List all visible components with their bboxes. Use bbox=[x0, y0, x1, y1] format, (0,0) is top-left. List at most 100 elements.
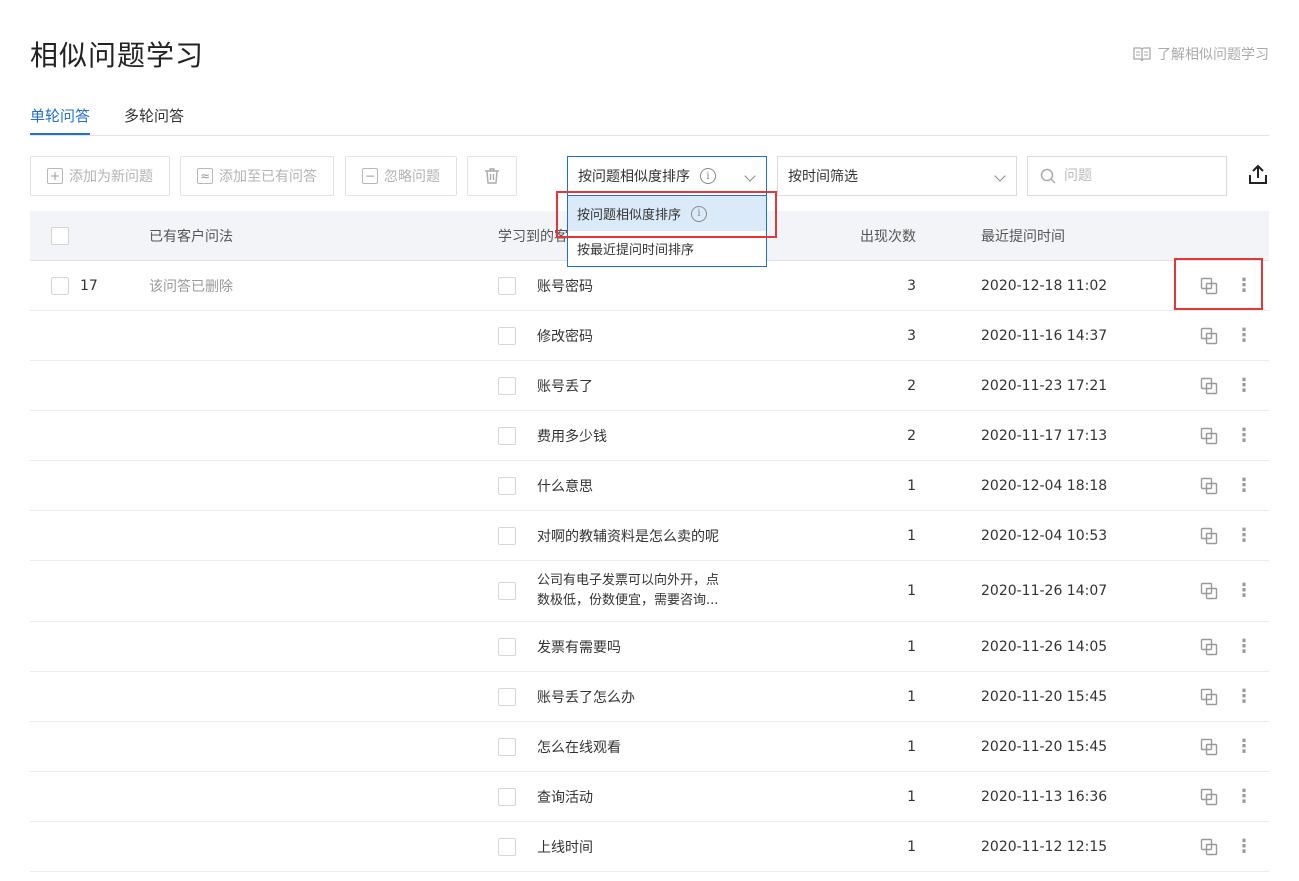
row-checkbox-cell bbox=[498, 561, 516, 621]
more-button[interactable]: ⋮ bbox=[1235, 361, 1253, 410]
add-to-existing-button[interactable]: ≈ 添加至已有问答 bbox=[180, 156, 334, 196]
search-input[interactable] bbox=[1064, 168, 1204, 184]
more-button[interactable]: ⋮ bbox=[1235, 511, 1253, 560]
recent-time: 2020-11-17 17:13 bbox=[981, 427, 1108, 444]
more-button[interactable]: ⋮ bbox=[1235, 461, 1253, 510]
recent-time: 2020-11-16 14:37 bbox=[981, 327, 1108, 344]
row-checkbox[interactable] bbox=[498, 476, 516, 495]
table-row: 上线时间 1 2020-11-12 12:15 ⋮ bbox=[30, 822, 1269, 872]
row-checkbox[interactable] bbox=[498, 787, 516, 806]
more-button[interactable]: ⋮ bbox=[1235, 311, 1253, 360]
occurrence-count: 1 bbox=[907, 838, 916, 855]
learned-question: 怎么在线观看 bbox=[537, 739, 621, 756]
occurrence-count: 1 bbox=[907, 477, 916, 494]
row-checkbox[interactable] bbox=[498, 637, 516, 656]
delete-button[interactable] bbox=[467, 156, 517, 196]
more-button[interactable]: ⋮ bbox=[1235, 261, 1253, 310]
more-icon: ⋮ bbox=[1235, 785, 1253, 807]
copy-button[interactable] bbox=[1200, 411, 1218, 460]
info-icon[interactable]: i bbox=[691, 205, 708, 222]
row-checkbox[interactable] bbox=[498, 276, 516, 295]
row-checkbox-cell bbox=[498, 261, 516, 310]
tab-single-turn[interactable]: 单轮问答 bbox=[30, 105, 91, 135]
book-icon bbox=[1133, 47, 1151, 62]
info-icon[interactable]: i bbox=[700, 168, 716, 184]
table-row: 修改密码 3 2020-11-16 14:37 ⋮ bbox=[30, 311, 1269, 361]
more-button[interactable]: ⋮ bbox=[1235, 672, 1253, 721]
more-button[interactable]: ⋮ bbox=[1235, 411, 1253, 460]
learned-question: 发票有需要吗 bbox=[537, 639, 621, 656]
more-icon: ⋮ bbox=[1235, 524, 1253, 546]
more-icon: ⋮ bbox=[1235, 374, 1253, 396]
occurrence-count: 3 bbox=[907, 327, 916, 344]
more-button[interactable]: ⋮ bbox=[1235, 561, 1253, 621]
table-row: 发票有需要吗 1 2020-11-26 14:05 ⋮ bbox=[30, 622, 1269, 672]
copy-button[interactable] bbox=[1200, 361, 1218, 410]
row-checkbox-cell bbox=[498, 461, 516, 510]
add-new-question-button[interactable]: + 添加为新问题 bbox=[30, 156, 170, 196]
learn-more-label: 了解相似问题学习 bbox=[1157, 47, 1269, 63]
select-all-checkbox[interactable] bbox=[51, 226, 69, 245]
more-button[interactable]: ⋮ bbox=[1235, 822, 1253, 871]
copy-button[interactable] bbox=[1200, 722, 1218, 771]
occurrence-count: 3 bbox=[907, 277, 916, 294]
copy-button[interactable] bbox=[1200, 822, 1218, 871]
copy-button[interactable] bbox=[1200, 311, 1218, 360]
copy-button[interactable] bbox=[1200, 461, 1218, 510]
sort-option-recent[interactable]: 按最近提问时间排序 bbox=[568, 231, 766, 266]
table-row: 公司有电子发票可以向外开，点 数极低，份数便宜，需要咨询... 1 2020-11… bbox=[30, 561, 1269, 622]
copy-button[interactable] bbox=[1200, 772, 1218, 821]
row-checkbox-cell bbox=[498, 511, 516, 560]
learned-question: 账号丢了怎么办 bbox=[537, 689, 635, 706]
time-filter-select[interactable]: 按时间筛选 bbox=[777, 156, 1017, 196]
chevron-down-icon bbox=[994, 170, 1006, 182]
more-button[interactable]: ⋮ bbox=[1235, 622, 1253, 671]
export-icon[interactable] bbox=[1247, 164, 1269, 186]
recent-time: 2020-11-13 16:36 bbox=[981, 788, 1108, 805]
copy-button[interactable] bbox=[1200, 511, 1218, 560]
ignore-question-button[interactable]: − 忽略问题 bbox=[345, 156, 457, 196]
group-checkbox[interactable] bbox=[51, 276, 69, 295]
copy-icon bbox=[1200, 738, 1218, 755]
recent-time: 2020-12-04 10:53 bbox=[981, 527, 1108, 544]
tab-multi-turn[interactable]: 多轮问答 bbox=[124, 105, 184, 135]
learn-more-link[interactable]: 了解相似问题学习 bbox=[1133, 44, 1269, 64]
recent-time: 2020-12-18 11:02 bbox=[981, 277, 1108, 294]
copy-icon bbox=[1200, 377, 1218, 394]
row-checkbox[interactable] bbox=[498, 326, 516, 345]
header-learned: 学习到的客 bbox=[498, 228, 568, 245]
header-recent-time: 最近提问时间 bbox=[981, 228, 1065, 245]
occurrence-count: 2 bbox=[907, 377, 916, 394]
sort-option-similarity[interactable]: 按问题相似度排序 i bbox=[568, 196, 766, 231]
copy-button[interactable] bbox=[1200, 261, 1218, 310]
search-box[interactable] bbox=[1027, 156, 1227, 196]
row-checkbox[interactable] bbox=[498, 687, 516, 706]
row-checkbox-cell bbox=[498, 822, 516, 871]
copy-icon bbox=[1200, 477, 1218, 494]
sort-dropdown-menu: 按问题相似度排序 i 按最近提问时间排序 bbox=[567, 195, 767, 267]
copy-button[interactable] bbox=[1200, 561, 1218, 621]
table-row: 账号丢了 2 2020-11-23 17:21 ⋮ bbox=[30, 361, 1269, 411]
row-checkbox[interactable] bbox=[498, 582, 516, 600]
copy-icon bbox=[1200, 688, 1218, 705]
copy-icon bbox=[1200, 788, 1218, 805]
row-checkbox-cell bbox=[498, 411, 516, 460]
chevron-down-icon bbox=[744, 170, 756, 182]
row-checkbox[interactable] bbox=[498, 837, 516, 856]
search-icon bbox=[1040, 168, 1056, 184]
row-checkbox[interactable] bbox=[498, 426, 516, 445]
more-button[interactable]: ⋮ bbox=[1235, 722, 1253, 771]
learned-question: 修改密码 bbox=[537, 328, 593, 345]
row-checkbox[interactable] bbox=[498, 526, 516, 545]
copy-button[interactable] bbox=[1200, 622, 1218, 671]
copy-button[interactable] bbox=[1200, 672, 1218, 721]
learned-question: 上线时间 bbox=[537, 839, 593, 856]
header-count: 出现次数 bbox=[860, 228, 916, 245]
row-checkbox[interactable] bbox=[498, 376, 516, 395]
sort-select[interactable]: 按问题相似度排序 i bbox=[567, 156, 767, 196]
sort-option-label: 按问题相似度排序 bbox=[577, 208, 682, 223]
question-line: 数极低，份数便宜，需要咨询... bbox=[537, 593, 719, 608]
row-checkbox[interactable] bbox=[498, 737, 516, 756]
recent-time: 2020-11-20 15:45 bbox=[981, 688, 1108, 705]
more-button[interactable]: ⋮ bbox=[1235, 772, 1253, 821]
